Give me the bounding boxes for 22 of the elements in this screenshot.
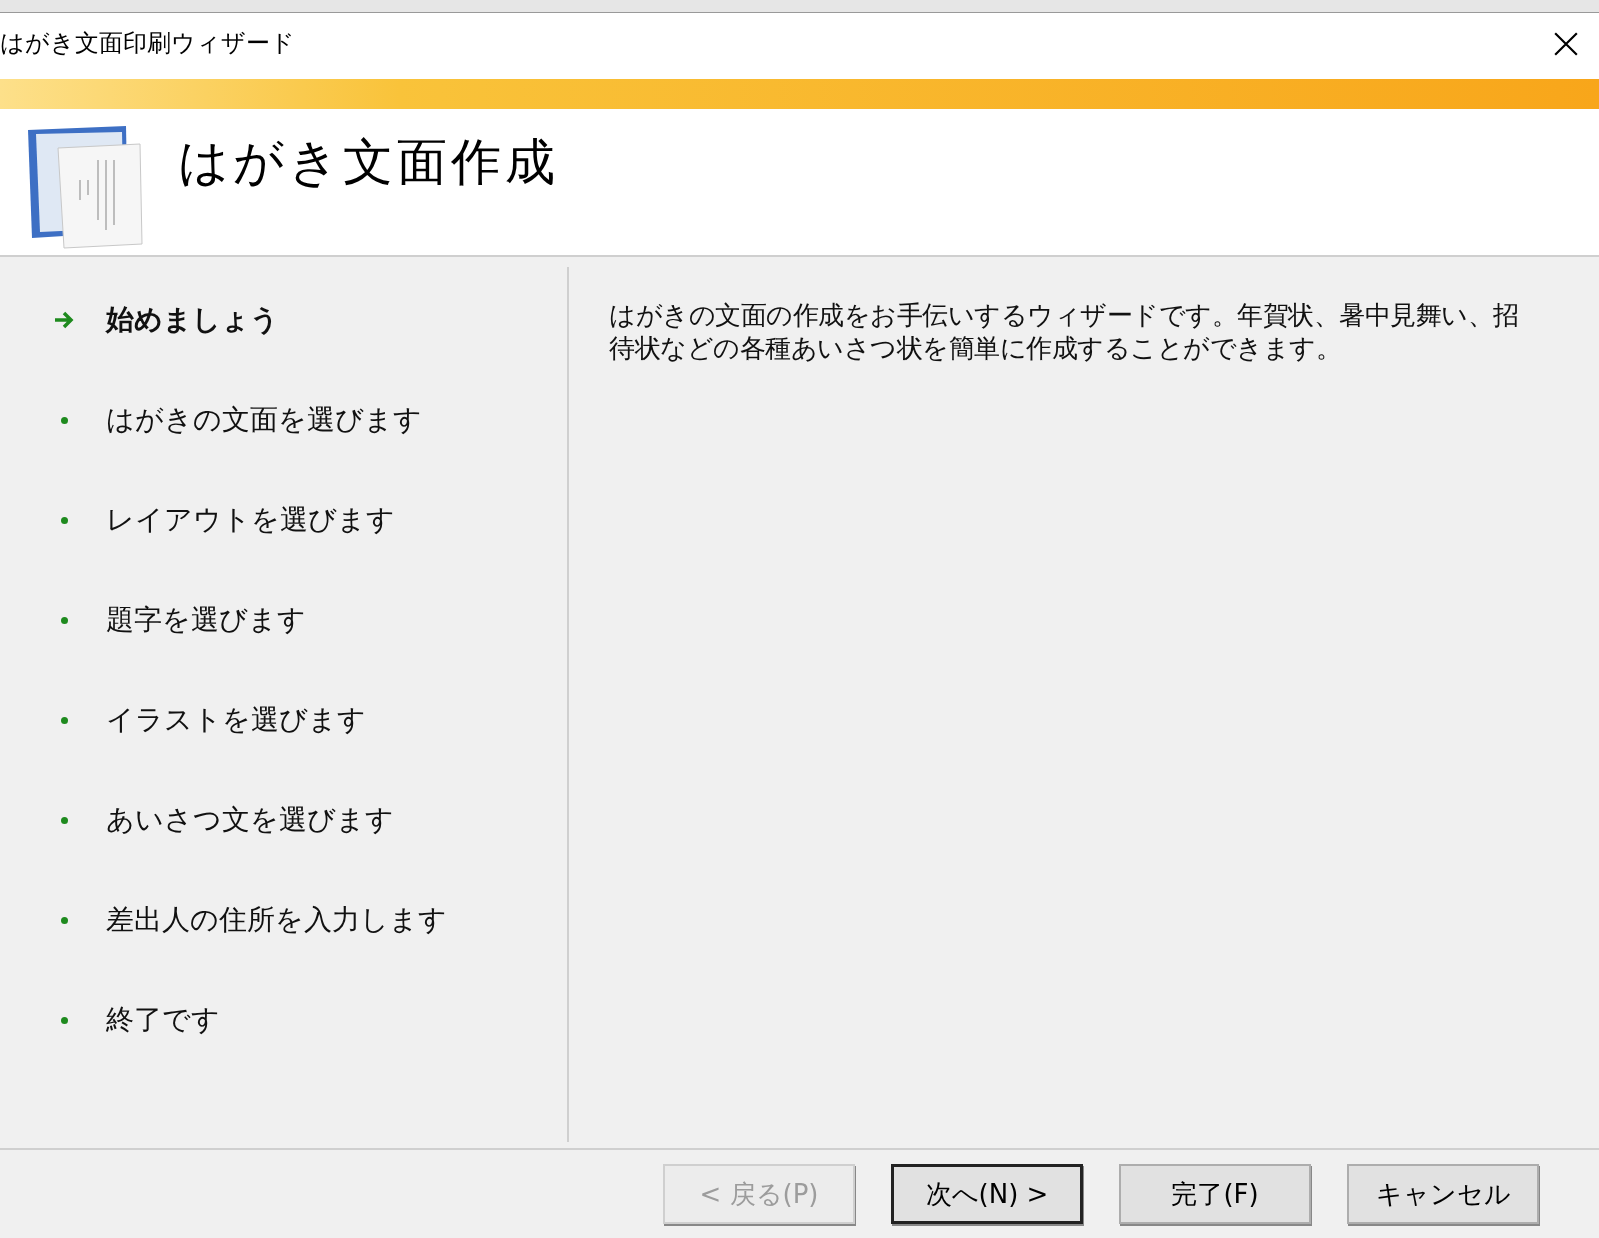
bullet-icon	[60, 516, 68, 524]
step-label: あいさつ文を選びます	[106, 802, 394, 838]
bullet-icon	[60, 816, 68, 824]
header-title: はがき文面作成	[178, 131, 559, 193]
bullet-icon	[60, 416, 68, 424]
step-label: レイアウトを選びます	[106, 502, 395, 538]
step-label: はがきの文面を選びます	[106, 402, 422, 438]
wizard-button[interactable]: キャンセル	[1347, 1164, 1539, 1224]
step-label: 題字を選びます	[106, 602, 306, 638]
description-text: はがきの文面の作成をお手伝いするウィザードです。年賀状、暑中見舞い、招待状などの各種あいさつ状を簡単に作成することができます。	[609, 299, 1520, 365]
wizard-button[interactable]: 完了(F)	[1119, 1164, 1311, 1224]
window-title: はがき文面印刷ウィザード	[0, 28, 295, 59]
step-label: 終了です	[106, 1002, 220, 1038]
close-icon[interactable]	[1553, 31, 1579, 57]
wizard-button[interactable]: 次へ(N) >	[891, 1164, 1083, 1224]
bullet-icon	[60, 1016, 68, 1024]
bullet-icon	[60, 616, 68, 624]
step-label: 差出人の住所を入力します	[106, 902, 447, 938]
step-label: 始めましょう	[106, 302, 279, 338]
bullet-icon	[60, 716, 68, 724]
step-label: イラストを選びます	[106, 702, 366, 738]
bullet-icon	[60, 916, 68, 924]
